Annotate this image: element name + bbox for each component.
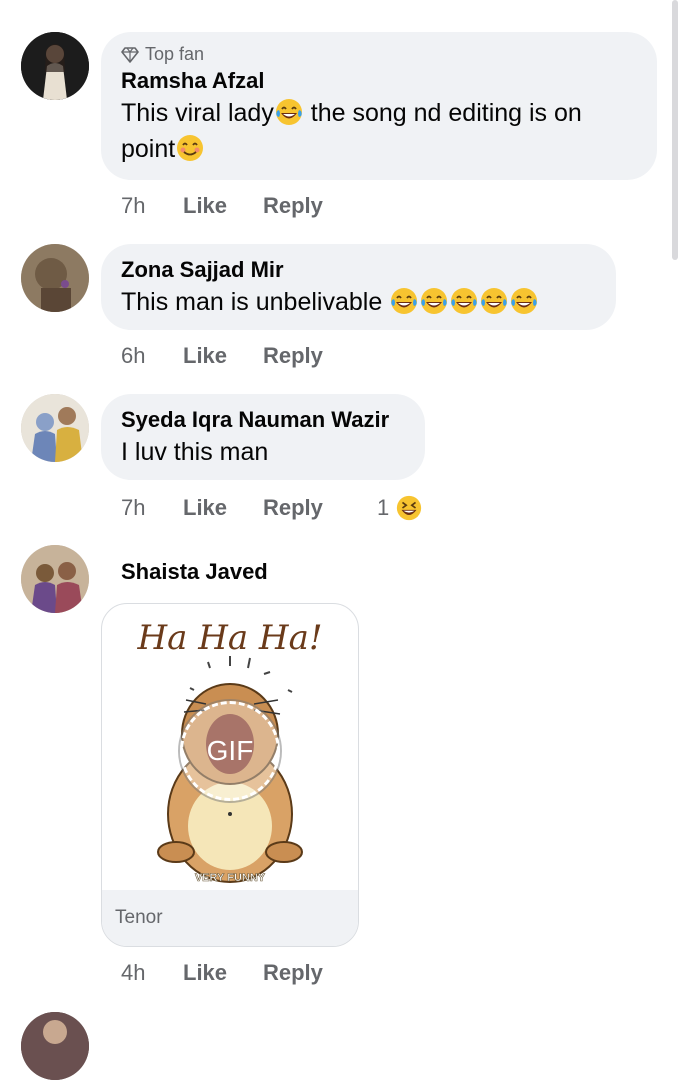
like-button[interactable]: Like: [183, 960, 263, 986]
author-name[interactable]: Syeda Iqra Nauman Wazir: [121, 406, 405, 434]
like-button[interactable]: Like: [183, 343, 263, 369]
reply-button[interactable]: Reply: [263, 193, 373, 219]
tears-of-joy-emoji: [391, 288, 418, 314]
comment-bubble[interactable]: Syeda Iqra Nauman Wazir I luv this man: [101, 394, 425, 480]
avatar-image: [21, 545, 89, 613]
smiling-face-emoji: [177, 135, 204, 161]
avatar[interactable]: [21, 545, 89, 613]
author-name[interactable]: Shaista Javed: [121, 558, 268, 586]
like-button[interactable]: Like: [183, 193, 263, 219]
tears-of-joy-emoji: [481, 288, 508, 314]
scrollbar[interactable]: [672, 0, 678, 260]
avatar-next-comment[interactable]: [21, 1012, 89, 1080]
top-fan-badge: Top fan: [121, 44, 637, 65]
timestamp[interactable]: 7h: [121, 193, 183, 219]
avatar-image: [21, 394, 89, 462]
gif-card[interactable]: Ha Ha Ha! VERY FUNNY GIF Tenor: [101, 603, 359, 947]
diamond-icon: [121, 46, 139, 63]
tears-of-joy-emoji: [421, 288, 448, 314]
tears-of-joy-emoji: [511, 288, 538, 314]
timestamp[interactable]: 4h: [121, 960, 183, 986]
author-name[interactable]: Ramsha Afzal: [121, 67, 637, 95]
comment-text: I luv this man: [121, 438, 269, 466]
comment-text-body: This man is unbelivable: [121, 288, 390, 316]
avatar[interactable]: [21, 32, 89, 100]
comment-actions: 7h Like Reply: [121, 193, 373, 219]
timestamp[interactable]: 7h: [121, 495, 183, 521]
avatar[interactable]: [21, 394, 89, 462]
reply-button[interactable]: Reply: [263, 495, 373, 521]
comment-bubble[interactable]: Zona Sajjad Mir This man is unbelivable: [101, 244, 616, 330]
avatar[interactable]: [21, 244, 89, 312]
avatar-image: [21, 1012, 89, 1080]
gif-image: Ha Ha Ha! VERY FUNNY GIF: [102, 604, 358, 890]
gif-source[interactable]: Tenor: [102, 890, 358, 946]
comment-actions: 7h Like Reply 1: [121, 494, 423, 522]
gif-caption: VERY FUNNY: [194, 872, 266, 885]
gif-play-button[interactable]: GIF: [180, 701, 280, 801]
badge-label: Top fan: [145, 44, 205, 64]
tears-of-joy-emoji: [451, 288, 478, 314]
comment-bubble[interactable]: Top fan Ramsha Afzal This viral lady the…: [101, 32, 657, 180]
tears-of-joy-emoji: [275, 99, 302, 125]
comment-text-part1: This viral lady: [121, 99, 274, 127]
comment-text: This viral lady the song nd editing is o…: [121, 95, 641, 167]
avatar-image: [21, 244, 89, 312]
author-name[interactable]: Zona Sajjad Mir: [121, 256, 596, 284]
comment-actions: 4h Like Reply: [121, 960, 373, 986]
reply-button[interactable]: Reply: [263, 960, 373, 986]
reaction-summary[interactable]: 1: [377, 494, 423, 522]
like-button[interactable]: Like: [183, 495, 263, 521]
comment-text: This man is unbelivable: [121, 284, 596, 320]
reply-button[interactable]: Reply: [263, 343, 373, 369]
reaction-count: 1: [377, 495, 390, 520]
avatar-image: [21, 32, 89, 100]
laughing-squint-emoji: [397, 495, 422, 521]
timestamp[interactable]: 6h: [121, 343, 183, 369]
comment-actions: 6h Like Reply: [121, 343, 373, 369]
